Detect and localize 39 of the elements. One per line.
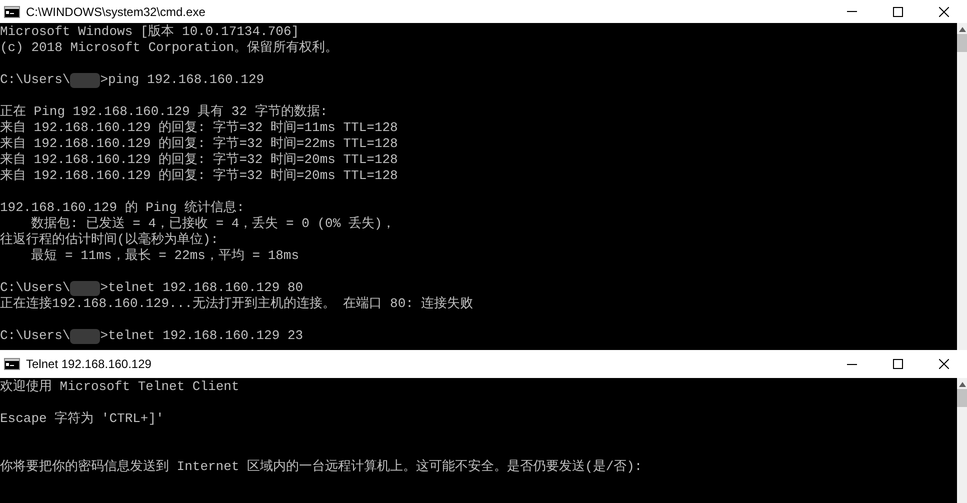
console-command: >telnet 192.168.160.129 23 [100, 328, 304, 344]
console-icon [4, 6, 20, 18]
minimize-icon [847, 11, 857, 12]
redacted-username [70, 280, 100, 296]
console-line: Microsoft Windows [版本 10.0.17134.706] [0, 24, 300, 40]
maximize-icon [893, 359, 903, 369]
console-line: 数据包: 已发送 = 4，已接收 = 4，丢失 = 0 (0% 丢失)， [30, 216, 396, 232]
scroll-thumb[interactable] [957, 389, 967, 407]
console-line: 正在 Ping 192.168.160.129 具有 32 字节的数据: [0, 104, 328, 120]
console-line: 往返行程的估计时间(以毫秒为单位): [0, 232, 218, 248]
console-line: 正在连接192.168.160.129...无法打开到主机的连接。 在端口 80: 连接失败 [0, 296, 474, 312]
console-line: 最短 = 11ms，最长 = 22ms，平均 = 18ms [30, 248, 300, 264]
prompt-path: C:\Users\ [0, 72, 70, 88]
redacted-username [70, 328, 100, 344]
console-line: Escape 字符为 'CTRL+]' [0, 411, 164, 427]
scrollbar[interactable] [957, 23, 967, 350]
scrollbar[interactable] [957, 378, 967, 503]
console-line: 欢迎使用 Microsoft Telnet Client [0, 379, 240, 395]
prompt-path: C:\Users\ [0, 280, 70, 296]
console-line: 来自 192.168.160.129 的回复: 字节=32 时间=20ms TTL=128 [0, 152, 398, 168]
console-line: 你将要把你的密码信息发送到 Internet 区域内的一台远程计算机上。这可能不安全。是否仍要发送(是/否): [0, 459, 642, 475]
close-icon [939, 6, 949, 16]
close-icon [939, 359, 949, 369]
window-title: C:\WINDOWS\system32\cmd.exe [26, 4, 206, 18]
redacted-username [70, 72, 100, 88]
window-title: Telnet 192.168.160.129 [26, 357, 152, 371]
maximize-icon [893, 6, 903, 16]
console-line: 来自 192.168.160.129 的回复: 字节=32 时间=20ms TTL=128 [0, 168, 398, 184]
scroll-thumb[interactable] [957, 34, 967, 52]
console-icon [4, 358, 20, 370]
console-line: (c) 2018 Microsoft Corporation。保留所有权利。 [0, 40, 338, 56]
scroll-up-icon [958, 27, 966, 32]
prompt-path: C:\Users\ [0, 328, 70, 344]
console-line: 来自 192.168.160.129 的回复: 字节=32 时间=22ms TTL=128 [0, 136, 398, 152]
console-command: >ping 192.168.160.129 [100, 72, 264, 88]
console-line: 192.168.160.129 的 Ping 统计信息: [0, 200, 244, 216]
console-line: 来自 192.168.160.129 的回复: 字节=32 时间=11ms TTL=128 [0, 120, 398, 136]
console-command: >telnet 192.168.160.129 80 [100, 280, 304, 296]
scroll-up-icon [958, 382, 966, 387]
